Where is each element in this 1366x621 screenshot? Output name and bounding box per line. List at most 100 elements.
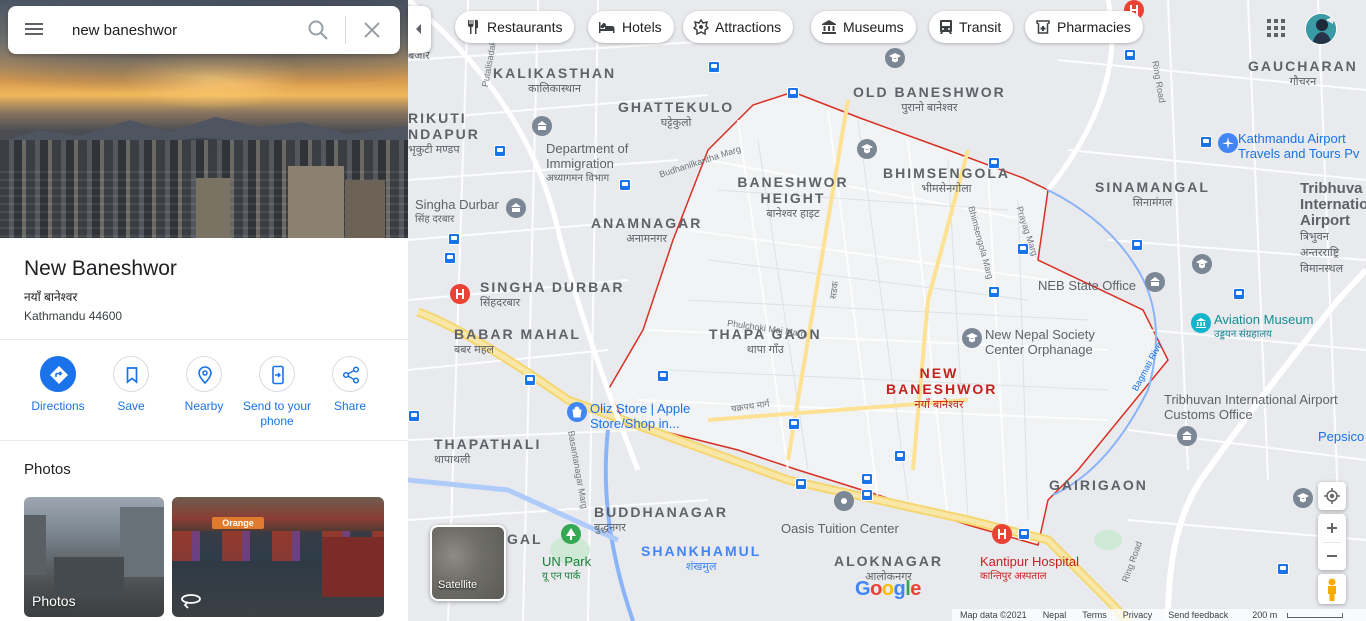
main-menu-button[interactable] bbox=[22, 20, 46, 40]
poi-pin-aviation-museum[interactable] bbox=[1191, 313, 1211, 333]
place-side-panel: New Baneshwor नयाँ बानेश्वर Kathmandu 44… bbox=[0, 0, 408, 621]
privacy-link[interactable]: Privacy bbox=[1123, 610, 1153, 620]
poi-pin-kantipur[interactable] bbox=[992, 524, 1012, 544]
area-label-edge-left2: RIKUTI NDAPUR भृकुटी मण्डप bbox=[408, 110, 478, 158]
zoom-out-button[interactable] bbox=[1318, 542, 1346, 570]
poi-pin-neb[interactable] bbox=[1145, 272, 1165, 292]
bus-stop-icon[interactable] bbox=[795, 478, 807, 490]
bus-stop-icon[interactable] bbox=[1131, 239, 1143, 251]
poi-pin-ktm-airport-travels[interactable] bbox=[1218, 133, 1238, 153]
bus-stop-icon[interactable] bbox=[408, 410, 420, 422]
poi-neb[interactable]: NEB State Office bbox=[1038, 278, 1136, 293]
poi-ktm-airport-travels[interactable]: Kathmandu Airport Travels and Tours Pv bbox=[1238, 131, 1366, 161]
poi-pin-immigration[interactable] bbox=[532, 116, 552, 136]
map-canvas[interactable]: KALIKASTHAN कालिकास्थान GHATTEKULO घट्टे… bbox=[408, 0, 1366, 621]
chip-pharmacies[interactable]: Pharmacies bbox=[1025, 11, 1143, 43]
street-view-pegman[interactable] bbox=[1318, 574, 1346, 604]
search-divider bbox=[345, 16, 346, 44]
poi-orphanage[interactable]: New Nepal Society Center Orphanage bbox=[985, 327, 1105, 357]
my-location-button[interactable] bbox=[1318, 482, 1346, 510]
poi-aviation-museum-label: Aviation Museum bbox=[1214, 312, 1314, 327]
share-circle bbox=[332, 356, 368, 392]
collapse-panel-button[interactable] bbox=[408, 6, 431, 53]
scale-bar[interactable]: 200 m bbox=[1244, 610, 1344, 620]
directions-button[interactable]: Directions bbox=[21, 356, 95, 414]
bus-stop-icon[interactable] bbox=[861, 473, 873, 485]
poi-pin-school-east[interactable] bbox=[1192, 254, 1212, 274]
poi-aviation-museum[interactable]: Aviation Museum उड्डयन संग्रहालय bbox=[1214, 312, 1313, 342]
bus-stop-icon[interactable] bbox=[524, 374, 536, 386]
google-maps-app: KALIKASTHAN कालिकास्थान GHATTEKULO घट्टे… bbox=[0, 0, 1366, 621]
chip-hotels[interactable]: Hotels bbox=[588, 11, 674, 43]
area-label-anamnagar-native: अनामनगर bbox=[626, 233, 668, 245]
bus-stop-icon[interactable] bbox=[788, 418, 800, 430]
clear-search-button[interactable] bbox=[360, 18, 384, 42]
bookmark-icon bbox=[126, 367, 138, 384]
google-apps-button[interactable] bbox=[1266, 18, 1286, 38]
poi-pepsico[interactable]: Pepsico bbox=[1318, 429, 1364, 444]
bus-stop-icon[interactable] bbox=[787, 87, 799, 99]
poi-un-park[interactable]: UN Park यू एन पार्क bbox=[542, 554, 591, 584]
poi-pin-orphanage[interactable] bbox=[962, 328, 982, 348]
bus-stop-icon[interactable] bbox=[1017, 243, 1029, 255]
bus-stop-icon[interactable] bbox=[1233, 288, 1245, 300]
area-label-babar-mahal-text: BABAR MAHAL bbox=[454, 326, 581, 342]
bus-stop-icon[interactable] bbox=[444, 252, 456, 264]
poi-pin-school-north[interactable] bbox=[885, 48, 905, 68]
poi-pin-oliz[interactable] bbox=[567, 402, 587, 422]
poi-pin-singha-durbar[interactable] bbox=[506, 198, 526, 218]
poi-oasis[interactable]: Oasis Tuition Center bbox=[781, 521, 899, 536]
send-feedback-link[interactable]: Send feedback bbox=[1168, 610, 1228, 620]
zoom-in-button[interactable] bbox=[1318, 514, 1346, 542]
chip-attractions[interactable]: Attractions bbox=[683, 11, 794, 43]
poi-kantipur[interactable]: Kantipur Hospital कान्तिपुर अस्पताल bbox=[980, 554, 1079, 584]
nearby-button[interactable]: Nearby bbox=[167, 356, 241, 414]
search-button[interactable] bbox=[306, 18, 330, 42]
poi-pin-un-park[interactable] bbox=[561, 524, 581, 544]
bus-stop-icon[interactable] bbox=[1277, 563, 1289, 575]
bus-stop-icon[interactable] bbox=[494, 145, 506, 157]
bus-stop-icon[interactable] bbox=[448, 233, 460, 245]
share-button[interactable]: Share bbox=[313, 356, 387, 414]
search-input[interactable] bbox=[72, 18, 292, 42]
bus-stop-icon[interactable] bbox=[657, 370, 669, 382]
bus-stop-icon[interactable] bbox=[861, 489, 873, 501]
nearby-circle bbox=[186, 356, 222, 392]
poi-immigration[interactable]: Department of Immigration अध्यागमन विभाग bbox=[546, 141, 646, 186]
bus-stop-icon[interactable] bbox=[708, 61, 720, 73]
chip-museums[interactable]: Museums bbox=[811, 11, 916, 43]
satellite-layer-toggle[interactable]: Satellite bbox=[430, 525, 506, 601]
bus-stop-icon[interactable] bbox=[988, 157, 1000, 169]
bus-stop-icon[interactable] bbox=[1124, 49, 1136, 61]
poi-pin-oasis[interactable] bbox=[834, 491, 854, 511]
area-label-kalikasthan-text: KALIKASTHAN bbox=[493, 65, 617, 81]
send-to-phone-button[interactable]: Send to your phone bbox=[240, 356, 314, 429]
plus-icon bbox=[1327, 523, 1337, 533]
poi-pin-hospital-west[interactable] bbox=[450, 284, 470, 304]
bus-stop-icon[interactable] bbox=[894, 450, 906, 462]
poi-oliz-store[interactable]: Oliz Store | Apple Store/Shop in... bbox=[590, 401, 710, 431]
bus-stop-icon[interactable] bbox=[1018, 528, 1030, 540]
region-link[interactable]: Nepal bbox=[1043, 610, 1067, 620]
poi-pin-school-center[interactable] bbox=[857, 139, 877, 159]
poi-aviation-museum-native: उड्डयन संग्रहालय bbox=[1214, 329, 1272, 340]
save-button[interactable]: Save bbox=[94, 356, 168, 414]
save-label: Save bbox=[117, 399, 145, 413]
photo-tile-photos[interactable]: Photos bbox=[24, 497, 164, 617]
map-footer: Map data ©2021 Nepal Terms Privacy Send … bbox=[952, 609, 1366, 621]
bus-stop-icon[interactable] bbox=[1200, 136, 1212, 148]
area-label-buddhanagar-native: बुद्धनगर bbox=[594, 522, 626, 534]
bus-stop-icon[interactable] bbox=[619, 179, 631, 191]
poi-pin-customs[interactable] bbox=[1177, 426, 1197, 446]
photo-tile-street-view[interactable]: Orange bbox=[172, 497, 384, 617]
chip-restaurants[interactable]: Restaurants bbox=[455, 11, 575, 43]
poi-singha-durbar[interactable]: Singha Durbar सिंह दरबार bbox=[415, 197, 499, 227]
chip-transit[interactable]: Transit bbox=[929, 11, 1014, 43]
poi-pin-school-southeast[interactable] bbox=[1293, 488, 1313, 508]
account-avatar[interactable] bbox=[1305, 13, 1337, 45]
poi-customs[interactable]: Tribhuvan International Airport Customs … bbox=[1164, 392, 1344, 422]
bus-stop-icon[interactable] bbox=[988, 286, 1000, 298]
area-label-aloknagar-text: ALOKNAGAR bbox=[834, 553, 943, 569]
terms-link[interactable]: Terms bbox=[1082, 610, 1107, 620]
school-icon bbox=[1196, 259, 1208, 269]
